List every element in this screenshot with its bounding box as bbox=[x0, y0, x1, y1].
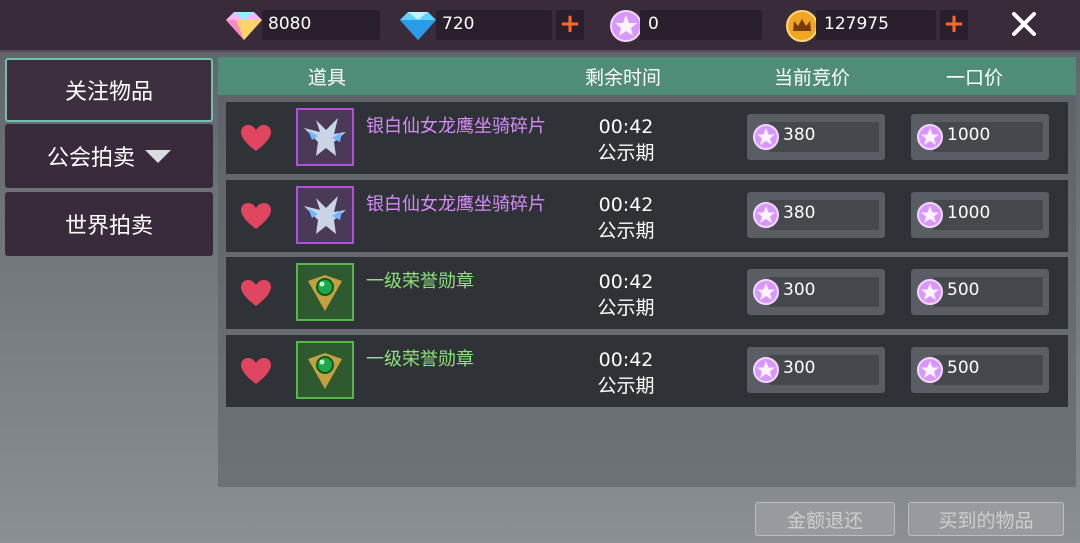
header-bid: 当前竞价 bbox=[774, 67, 851, 89]
phase-label: 公示期 bbox=[597, 142, 655, 164]
buyout-button[interactable]: 500 bbox=[911, 269, 1049, 315]
refund-label: 金额退还 bbox=[786, 509, 863, 532]
phase-label: 公示期 bbox=[597, 297, 655, 319]
bid-value: 300 bbox=[783, 280, 816, 300]
phase-label: 公示期 bbox=[597, 375, 655, 397]
bid-button[interactable]: 380 bbox=[747, 192, 885, 238]
tab-label: 世界拍卖 bbox=[64, 214, 153, 239]
tab-favorites[interactable]: 关注物品 bbox=[5, 58, 213, 122]
buyout-value: 500 bbox=[947, 280, 980, 300]
star-coin-icon bbox=[917, 124, 943, 150]
remaining-time: 00:42 bbox=[598, 349, 654, 371]
bid-button[interactable]: 380 bbox=[747, 114, 885, 160]
dragon-mount-icon bbox=[304, 196, 346, 234]
bid-value: 380 bbox=[783, 125, 816, 145]
bid-value: 380 bbox=[783, 203, 816, 223]
tab-guild-auction[interactable]: 公会拍卖 bbox=[5, 124, 213, 188]
buyout-value: 1000 bbox=[947, 203, 991, 223]
currency-value: 720 bbox=[442, 14, 475, 34]
star-coin-icon bbox=[917, 357, 943, 383]
star-coin-icon bbox=[753, 124, 779, 150]
heart-icon[interactable] bbox=[240, 124, 272, 152]
item-slot[interactable] bbox=[296, 263, 354, 321]
rainbow-diamond-icon bbox=[226, 12, 262, 40]
buyout-button[interactable]: 1000 bbox=[911, 114, 1049, 160]
star-coin-icon bbox=[753, 202, 779, 228]
buyout-value: 1000 bbox=[947, 125, 991, 145]
star-coin-icon bbox=[753, 357, 779, 383]
blue-diamond-icon bbox=[400, 12, 436, 40]
time-cell: 00:42 公示期 bbox=[586, 269, 666, 321]
star-coin-icon bbox=[917, 202, 943, 228]
item-slot[interactable] bbox=[296, 108, 354, 166]
refund-button[interactable]: 金额退还 bbox=[755, 502, 895, 536]
header-time: 剩余时间 bbox=[585, 67, 662, 89]
add-gold-button[interactable]: + bbox=[940, 10, 968, 40]
heart-icon[interactable] bbox=[240, 279, 272, 307]
currency-value: 8080 bbox=[268, 14, 312, 34]
table-header: 道具 剩余时间 当前竞价 一口价 bbox=[218, 57, 1076, 95]
buyout-button[interactable]: 1000 bbox=[911, 192, 1049, 238]
chevron-down-icon bbox=[145, 149, 171, 163]
currency-value: 0 bbox=[648, 14, 659, 34]
time-cell: 00:42 公示期 bbox=[586, 114, 666, 166]
purchased-label: 买到的物品 bbox=[938, 509, 1034, 532]
item-name: 一级荣誉勋章 bbox=[366, 349, 474, 370]
purchased-items-button[interactable]: 买到的物品 bbox=[908, 502, 1064, 536]
item-name: 银白仙女龙鹰坐骑碎片 bbox=[366, 194, 546, 215]
remaining-time: 00:42 bbox=[598, 194, 654, 216]
table-row[interactable]: 一级荣誉勋章 00:42 公示期 300 500 bbox=[226, 335, 1068, 407]
header-buyout: 一口价 bbox=[946, 67, 1004, 89]
item-slot[interactable] bbox=[296, 341, 354, 399]
header-item: 道具 bbox=[308, 67, 347, 89]
phase-label: 公示期 bbox=[597, 220, 655, 242]
buyout-value: 500 bbox=[947, 358, 980, 378]
heart-icon[interactable] bbox=[240, 202, 272, 230]
table-row[interactable]: 银白仙女龙鹰坐骑碎片 00:42 公示期 380 1000 bbox=[226, 102, 1068, 174]
currency-bar: 8080 720 + 0 127975 + bbox=[0, 0, 1080, 52]
bid-button[interactable]: 300 bbox=[747, 347, 885, 393]
item-name: 银白仙女龙鹰坐骑碎片 bbox=[366, 116, 546, 137]
medal-icon bbox=[308, 353, 342, 389]
star-coin-icon bbox=[753, 279, 779, 305]
tab-label: 公会拍卖 bbox=[46, 146, 135, 171]
medal-icon bbox=[308, 275, 342, 311]
table-row[interactable]: 一级荣誉勋章 00:42 公示期 300 500 bbox=[226, 257, 1068, 329]
currency-value: 127975 bbox=[824, 14, 889, 34]
item-name: 一级荣誉勋章 bbox=[366, 271, 474, 292]
time-cell: 00:42 公示期 bbox=[586, 347, 666, 399]
item-slot[interactable] bbox=[296, 186, 354, 244]
tab-label: 关注物品 bbox=[64, 80, 153, 105]
star-coin-icon bbox=[610, 10, 642, 42]
buyout-button[interactable]: 500 bbox=[911, 347, 1049, 393]
table-row[interactable]: 银白仙女龙鹰坐骑碎片 00:42 公示期 380 1000 bbox=[226, 180, 1068, 252]
tab-world-auction[interactable]: 世界拍卖 bbox=[5, 192, 213, 256]
remaining-time: 00:42 bbox=[598, 116, 654, 138]
bid-value: 300 bbox=[783, 358, 816, 378]
auction-list-panel: 道具 剩余时间 当前竞价 一口价 银白仙女龙鹰坐骑碎片 00:42 公示期 38… bbox=[218, 57, 1076, 487]
add-blue-diamond-button[interactable]: + bbox=[556, 10, 584, 40]
close-icon[interactable] bbox=[1008, 8, 1040, 40]
dragon-mount-icon bbox=[304, 118, 346, 156]
remaining-time: 00:42 bbox=[598, 271, 654, 293]
bid-button[interactable]: 300 bbox=[747, 269, 885, 315]
time-cell: 00:42 公示期 bbox=[586, 192, 666, 244]
heart-icon[interactable] bbox=[240, 357, 272, 385]
gold-crown-icon bbox=[786, 10, 818, 42]
star-coin-icon bbox=[917, 279, 943, 305]
